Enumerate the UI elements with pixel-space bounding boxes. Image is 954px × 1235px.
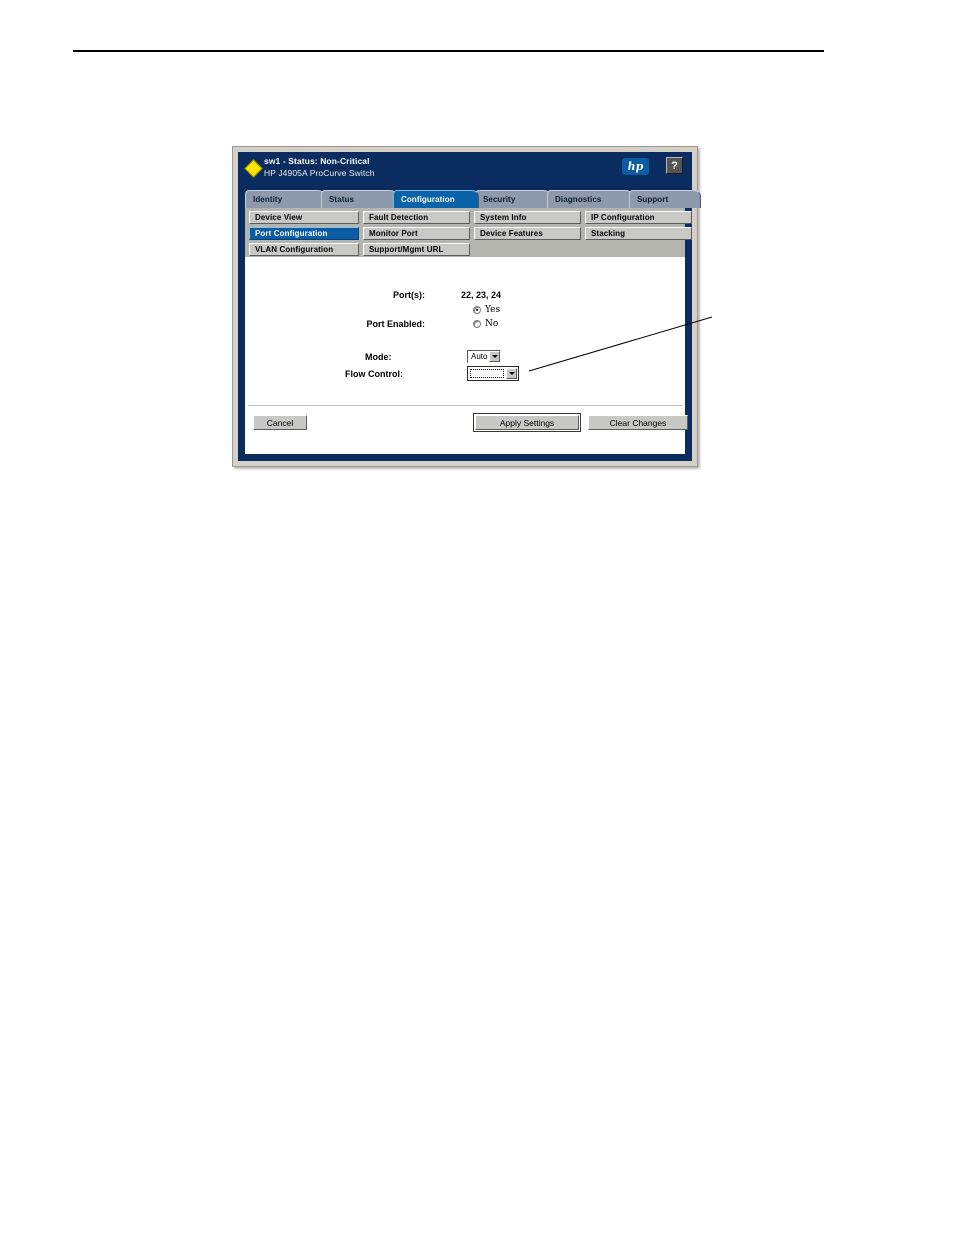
radio-no-label: No (485, 319, 499, 329)
switch-config-window: sw1 - Status: Non-Critical HP J4905A Pro… (232, 146, 701, 467)
radio-yes-label: Yes (485, 305, 501, 315)
radio-no[interactable] (473, 320, 481, 328)
hp-logo-icon: hp (622, 158, 649, 175)
window-title-status: sw1 - Status: Non-Critical (264, 156, 370, 166)
cancel-button[interactable]: Cancel (253, 415, 307, 430)
subtab-port-configuration[interactable]: Port Configuration (249, 227, 359, 240)
tab-support[interactable]: Support (629, 190, 701, 208)
mode-select-value: Auto (471, 352, 488, 361)
tab-status[interactable]: Status (321, 190, 397, 208)
subtab-monitor-port[interactable]: Monitor Port (363, 227, 470, 240)
subtab-stacking[interactable]: Stacking (585, 227, 692, 240)
subtab-device-view[interactable]: Device View (249, 211, 359, 224)
subtab-fault-detection[interactable]: Fault Detection (363, 211, 470, 224)
help-button[interactable]: ? (666, 157, 683, 174)
ports-label: Port(s): (393, 290, 425, 300)
subtab-vlan-configuration[interactable]: VLAN Configuration (249, 243, 359, 256)
mode-select[interactable]: Auto (467, 350, 501, 363)
subtab-device-features[interactable]: Device Features (474, 227, 581, 240)
chevron-down-icon[interactable] (489, 351, 500, 362)
ports-value: 22, 23, 24 (461, 290, 502, 300)
window-title-block: sw1 - Status: Non-Critical HP J4905A Pro… (264, 156, 375, 179)
flow-control-select[interactable] (467, 366, 519, 381)
hp-logo-label: hp (627, 160, 644, 173)
port-enabled-label: Port Enabled: (366, 319, 425, 329)
window-body: sw1 - Status: Non-Critical HP J4905A Pro… (238, 152, 701, 461)
flow-control-label: Flow Control: (345, 369, 403, 379)
subtab-support-mgmt-url[interactable]: Support/Mgmt URL (363, 243, 470, 256)
tab-identity[interactable]: Identity (245, 190, 325, 208)
clear-changes-button[interactable]: Clear Changes (588, 415, 688, 430)
tab-configuration[interactable]: Configuration (393, 190, 479, 208)
flow-control-select-value (470, 369, 504, 378)
port-configuration-form: Port(s): 22, 23, 24 Yes Port Enabled: No… (245, 257, 685, 397)
footer-divider (248, 405, 682, 406)
tab-diagnostics[interactable]: Diagnostics (547, 190, 633, 208)
apply-settings-button[interactable]: Apply Settings (473, 413, 581, 432)
window-title-device: HP J4905A ProCurve Switch (264, 168, 375, 178)
tab-security[interactable]: Security (475, 190, 551, 208)
status-diamond-icon (244, 159, 263, 178)
page-top-rule (73, 50, 824, 52)
subtab-grid: Device View Fault Detection System Info … (245, 208, 692, 257)
port-enabled-yes-option[interactable]: Yes (473, 305, 500, 315)
port-enabled-no-option[interactable]: No (473, 319, 498, 329)
mode-label: Mode: (365, 352, 392, 362)
radio-yes[interactable] (473, 306, 481, 314)
chevron-down-icon[interactable] (506, 368, 517, 379)
window-titlebar: sw1 - Status: Non-Critical HP J4905A Pro… (238, 152, 692, 190)
main-tabstrip: Identity Status Configuration Security D… (245, 190, 701, 208)
content-panel: Port(s): 22, 23, 24 Yes Port Enabled: No… (245, 257, 688, 454)
subtab-ip-configuration[interactable]: IP Configuration (585, 211, 692, 224)
subtab-system-info[interactable]: System Info (474, 211, 581, 224)
